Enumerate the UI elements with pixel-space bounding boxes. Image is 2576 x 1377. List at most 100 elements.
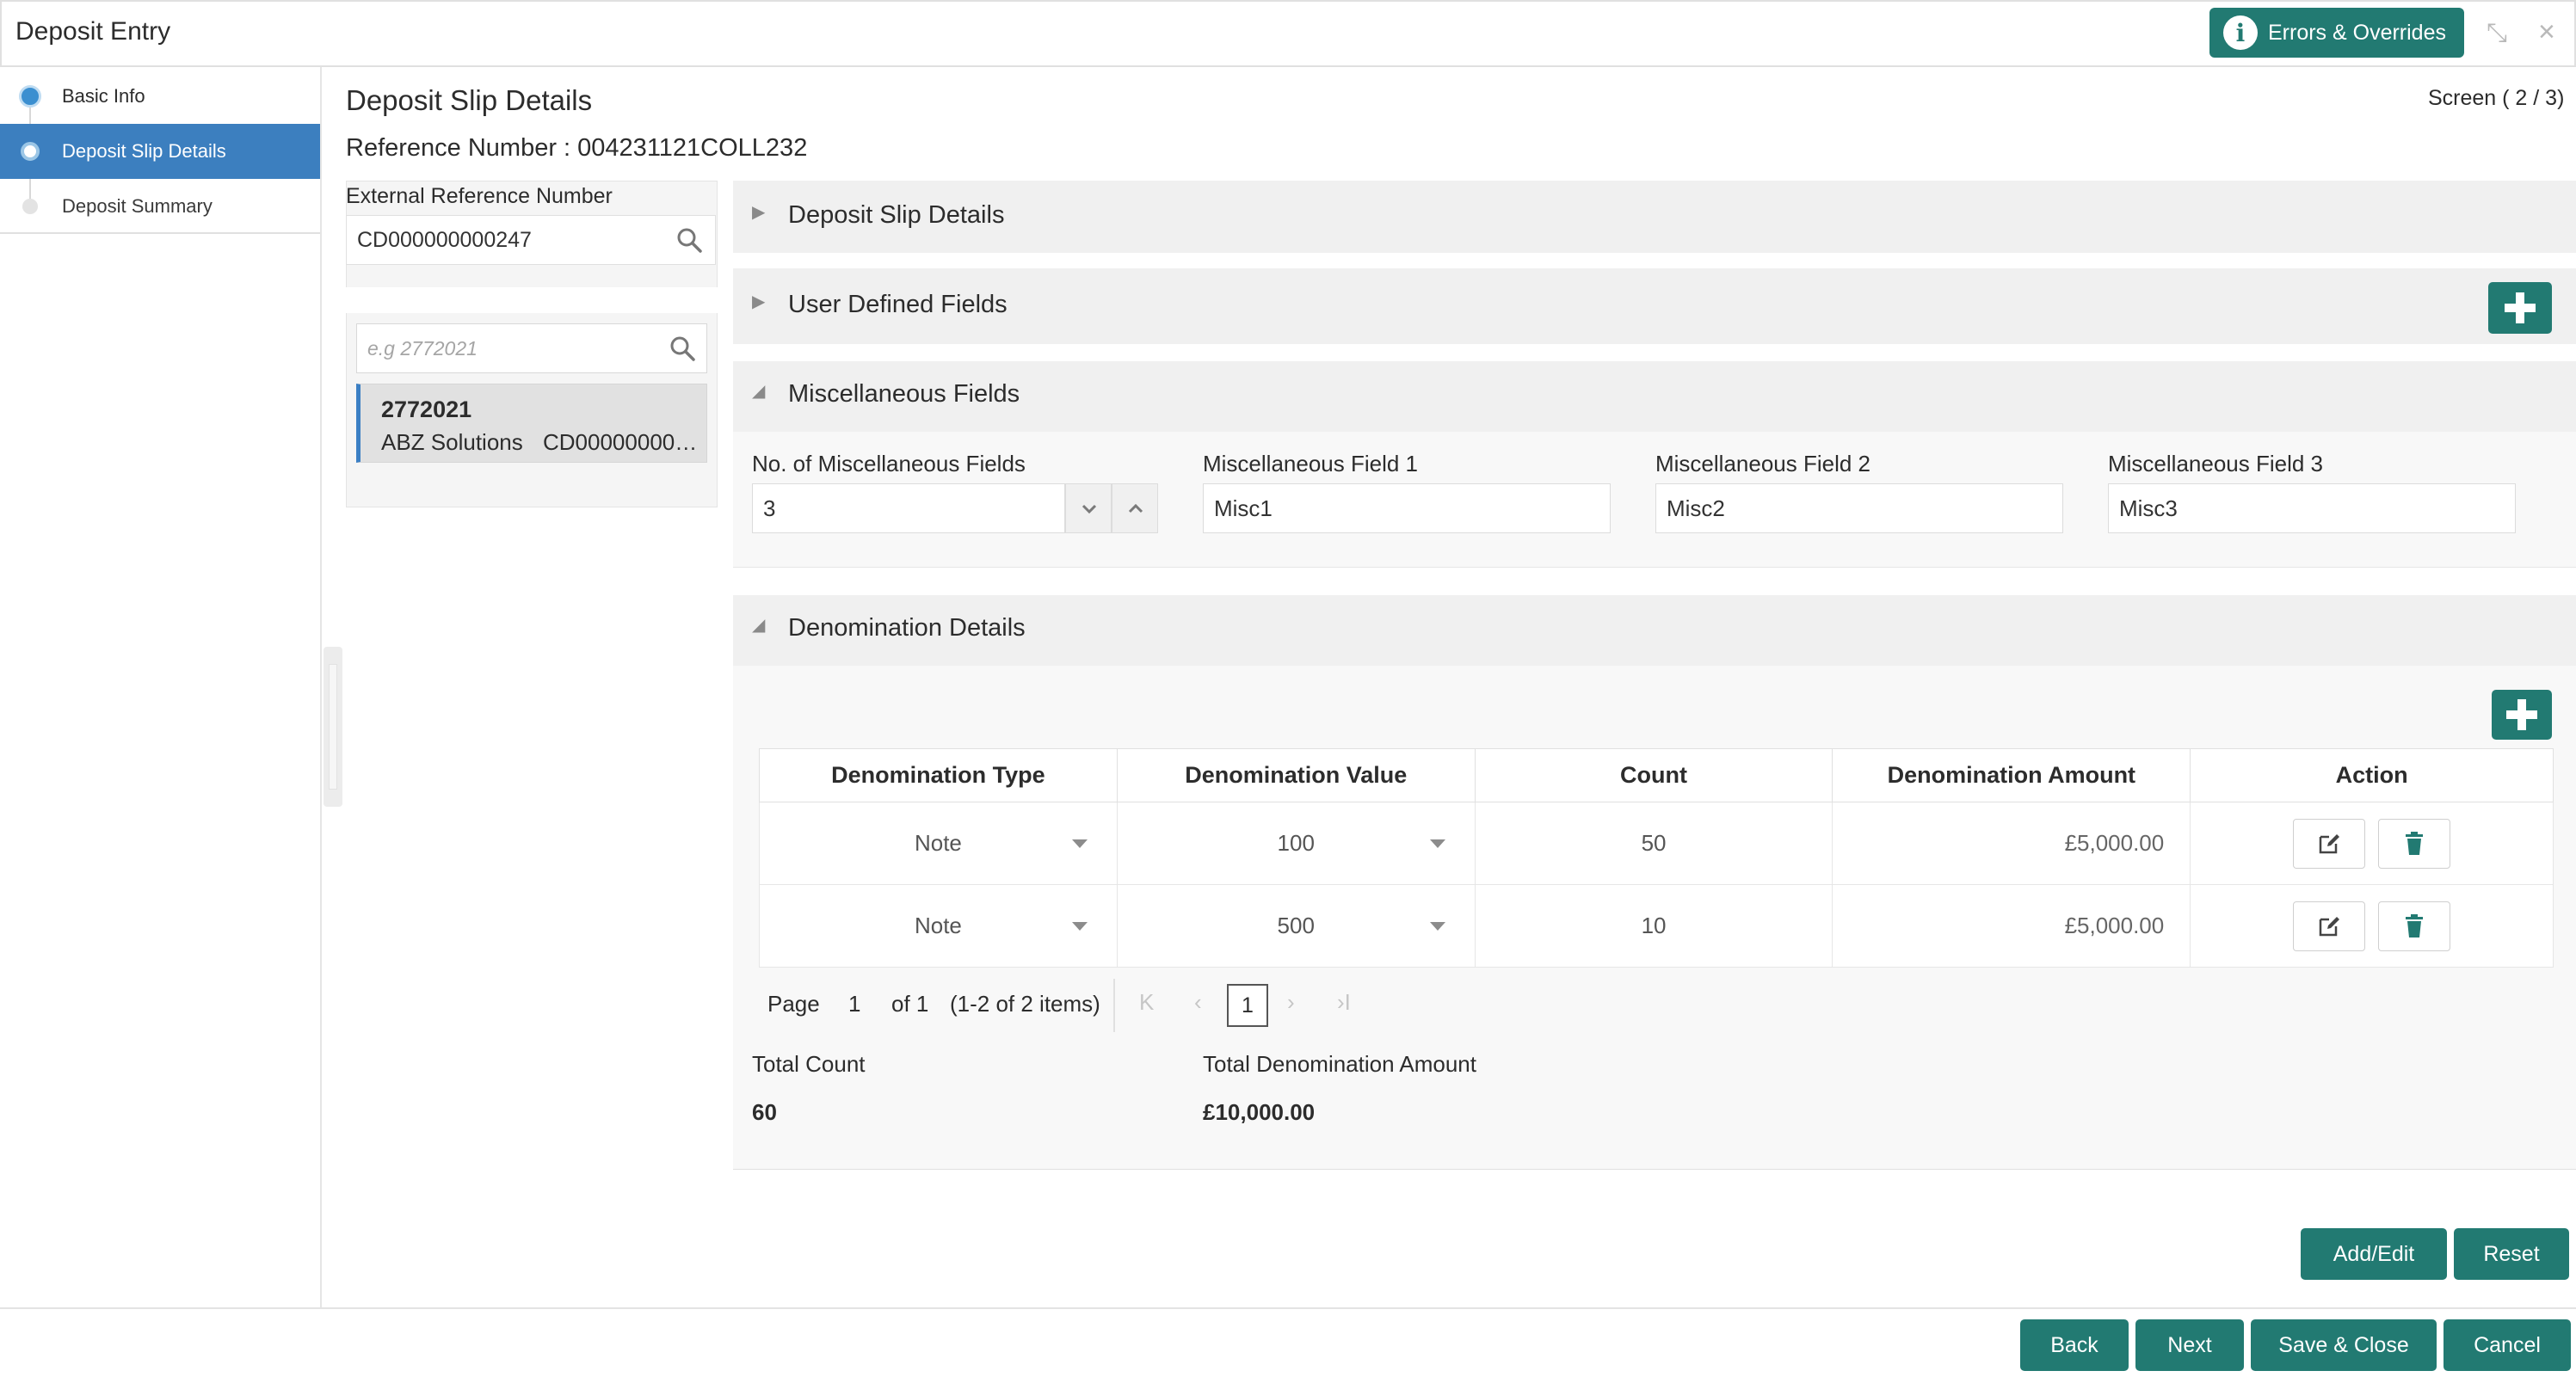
pagination-current-page: 1 xyxy=(848,991,861,1017)
misc-field-3-input[interactable] xyxy=(2108,483,2516,533)
collapse-arrow-icon: ◢ xyxy=(752,382,766,401)
total-amount-label: Total Denomination Amount xyxy=(1203,1051,1476,1077)
errors-overrides-label: Errors & Overrides xyxy=(2268,20,2446,45)
save-close-button[interactable]: Save & Close xyxy=(2251,1319,2437,1371)
minimize-icon[interactable]: ⤡ xyxy=(2487,19,2517,50)
dropdown-caret-icon xyxy=(1429,921,1445,931)
add-edit-button[interactable]: Add/Edit xyxy=(2301,1228,2447,1280)
screen-indicator: Screen ( 2 / 3) xyxy=(2428,86,2565,110)
panel-divider xyxy=(346,287,718,313)
total-amount-value: £10,000.00 xyxy=(1203,1099,1316,1125)
section-denomination-details[interactable]: ◢ Denomination Details xyxy=(733,595,2576,666)
list-item-reference: CD000000000247 xyxy=(543,429,706,455)
column-header[interactable]: Denomination Value xyxy=(1116,748,1476,802)
total-count-value: 60 xyxy=(752,1099,777,1125)
back-button[interactable]: Back xyxy=(2020,1319,2129,1371)
chevron-up-icon xyxy=(1128,503,1143,513)
section-miscellaneous-fields[interactable]: ◢ Miscellaneous Fields xyxy=(733,361,2576,432)
nav-step-deposit-slip-details[interactable]: Deposit Slip Details xyxy=(0,124,320,179)
title-bar xyxy=(0,0,2576,67)
search-icon[interactable] xyxy=(675,225,704,255)
nav-step-deposit-summary[interactable]: Deposit Summary xyxy=(0,179,320,234)
page-title: Deposit Slip Details xyxy=(346,84,593,116)
column-header[interactable]: Denomination Type xyxy=(759,748,1118,802)
column-header[interactable]: Count xyxy=(1474,748,1833,802)
table-header-row: Denomination Type Denomination Value Cou… xyxy=(759,748,2554,802)
select-value: 100 xyxy=(1277,830,1315,856)
increment-button[interactable] xyxy=(1112,483,1158,533)
edit-row-button[interactable] xyxy=(2293,901,2365,951)
next-page-icon[interactable]: › xyxy=(1287,989,1295,1016)
previous-page-icon[interactable]: ‹ xyxy=(1194,989,1202,1016)
expand-arrow-icon: ▶ xyxy=(752,292,766,311)
count-cell: 10 xyxy=(1474,884,1833,968)
select-value: Note xyxy=(914,830,962,856)
errors-overrides-button[interactable]: i Errors & Overrides xyxy=(2209,8,2464,58)
misc-field-2-label: Miscellaneous Field 2 xyxy=(1655,451,1871,476)
chevron-down-icon xyxy=(1082,504,1097,514)
decrement-button[interactable] xyxy=(1065,483,1112,533)
next-button[interactable]: Next xyxy=(2135,1319,2244,1371)
pagination-divider xyxy=(1113,979,1115,1032)
denomination-type-select[interactable]: Note xyxy=(759,884,1118,968)
dropdown-caret-icon xyxy=(1071,839,1088,848)
pagination-of-total: of 1 xyxy=(891,991,929,1017)
reference-number: Reference Number : 004231121COLL232 xyxy=(346,134,808,162)
add-denomination-button[interactable] xyxy=(2492,690,2552,740)
step-done-icon xyxy=(19,85,41,108)
action-cell xyxy=(2190,802,2554,885)
amount-cell: £5,000.00 xyxy=(1832,802,2191,885)
pagination-item-count: (1-2 of 2 items) xyxy=(950,991,1100,1017)
last-page-icon[interactable]: ›I xyxy=(1337,989,1351,1016)
total-count-label: Total Count xyxy=(752,1051,866,1077)
list-search-input[interactable] xyxy=(356,323,707,373)
count-cell: 50 xyxy=(1474,802,1833,885)
misc-field-2-input[interactable] xyxy=(1655,483,2063,533)
plus-icon xyxy=(2505,292,2536,323)
trash-icon xyxy=(2406,831,2424,855)
misc-field-1-label: Miscellaneous Field 1 xyxy=(1203,451,1419,476)
misc-count-input[interactable] xyxy=(752,483,1065,533)
footer-divider xyxy=(0,1307,2576,1309)
plus-icon xyxy=(2506,699,2537,730)
step-navigation xyxy=(0,67,322,1307)
app-title: Deposit Entry xyxy=(15,17,171,46)
section-title: User Defined Fields xyxy=(788,291,1008,318)
select-value: Note xyxy=(914,913,962,938)
step-current-icon xyxy=(21,142,40,161)
misc-field-3-label: Miscellaneous Field 3 xyxy=(2108,451,2324,476)
edit-row-button[interactable] xyxy=(2293,818,2365,869)
amount-cell: £5,000.00 xyxy=(1832,884,2191,968)
cancel-button[interactable]: Cancel xyxy=(2444,1319,2571,1371)
section-user-defined-fields[interactable]: ▶ User Defined Fields xyxy=(733,268,2576,344)
nav-step-label: Deposit Slip Details xyxy=(62,140,226,162)
denomination-value-select[interactable]: 100 xyxy=(1116,802,1476,885)
external-reference-label: External Reference Number xyxy=(346,184,613,208)
list-item-id: 2772021 xyxy=(381,397,472,422)
section-deposit-slip-details[interactable]: ▶ Deposit Slip Details xyxy=(733,181,2576,253)
nav-step-basic-info[interactable]: Basic Info xyxy=(0,69,320,124)
nav-divider xyxy=(0,232,320,234)
page-number-button[interactable]: 1 xyxy=(1227,984,1268,1027)
close-icon[interactable]: × xyxy=(2538,15,2569,50)
denomination-value-select[interactable]: 500 xyxy=(1116,884,1476,968)
reset-button[interactable]: Reset xyxy=(2454,1228,2569,1280)
action-cell xyxy=(2190,884,2554,968)
delete-row-button[interactable] xyxy=(2378,901,2451,951)
search-icon[interactable] xyxy=(668,334,697,363)
pagination-page-label: Page xyxy=(767,991,820,1017)
select-value: 500 xyxy=(1277,913,1315,938)
list-item[interactable]: 2772021 ABZ Solutions CD000000000247 xyxy=(356,384,707,463)
info-icon: i xyxy=(2223,15,2258,50)
column-header[interactable]: Denomination Amount xyxy=(1832,748,2191,802)
trash-icon xyxy=(2406,913,2424,937)
first-page-icon[interactable]: K xyxy=(1139,989,1154,1016)
collapse-arrow-icon: ◢ xyxy=(752,616,766,635)
section-title: Deposit Slip Details xyxy=(788,201,1005,229)
delete-row-button[interactable] xyxy=(2378,818,2451,869)
step-pending-icon xyxy=(22,199,38,214)
external-reference-input[interactable] xyxy=(346,215,716,265)
misc-field-1-input[interactable] xyxy=(1203,483,1611,533)
denomination-type-select[interactable]: Note xyxy=(759,802,1118,885)
add-udf-button[interactable] xyxy=(2488,282,2552,334)
